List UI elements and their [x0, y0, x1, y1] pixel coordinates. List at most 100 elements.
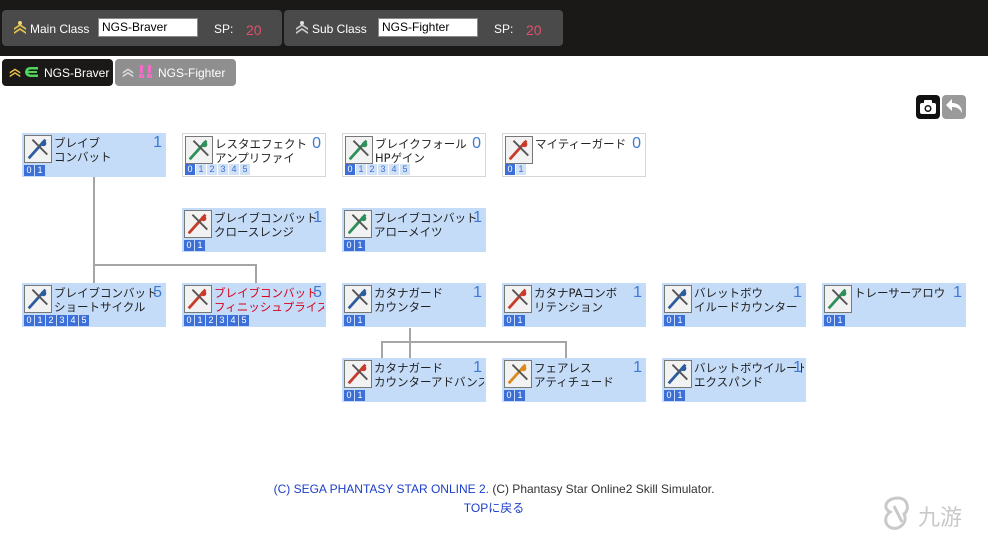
tree-connector	[255, 264, 257, 285]
level-button[interactable]: 2	[207, 164, 217, 175]
level-button[interactable]: 1	[355, 240, 365, 251]
level-button[interactable]: 1	[196, 164, 206, 175]
level-button[interactable]: 0	[345, 164, 355, 175]
resta-effect-icon	[185, 136, 213, 164]
main-class-select[interactable]: NGS-Braver	[98, 18, 198, 37]
skill-level: 1	[473, 209, 482, 226]
level-button[interactable]: 1	[675, 315, 685, 326]
skill-level: 1	[473, 284, 482, 301]
level-button[interactable]: 2	[46, 315, 56, 326]
main-class-rank-icon	[14, 21, 26, 34]
skill-name: マイティーガード	[535, 137, 627, 151]
level-button[interactable]: 0	[504, 315, 514, 326]
sub-class-select[interactable]: NGS-Fighter	[378, 18, 478, 37]
mighty-guard-icon	[505, 136, 533, 164]
level-selector: 01	[504, 315, 525, 326]
top-link[interactable]: TOPに戻る	[0, 499, 988, 516]
undo-button[interactable]	[942, 95, 966, 119]
skill-node[interactable]: バレットボウ イルードカウンター 1 0 1	[662, 283, 806, 327]
level-button[interactable]: 1	[356, 164, 366, 175]
skill-name: カタナガード カウンター	[374, 286, 443, 314]
level-button[interactable]: 3	[57, 315, 67, 326]
level-button[interactable]: 0	[24, 315, 34, 326]
level-button[interactable]: 1	[35, 315, 45, 326]
skill-node[interactable]: ブレイブコンバット フィニッシュプライズ 5 0 1 2 3 4 5	[182, 283, 326, 327]
level-button[interactable]: 4	[229, 164, 239, 175]
level-button[interactable]: 0	[344, 240, 354, 251]
level-button[interactable]: 0	[184, 315, 194, 326]
skill-node[interactable]: ブレイブコンバット クロースレンジ 1 0 1	[182, 208, 326, 252]
level-selector: 01	[344, 240, 365, 251]
tab-ngs-fighter[interactable]: NGS-Fighter	[115, 59, 236, 86]
skill-node[interactable]: カタナガード カウンターアドバンス 1 0 1	[342, 358, 486, 402]
level-button[interactable]: 0	[664, 390, 674, 401]
main-class-label: Main Class	[30, 22, 90, 36]
level-button[interactable]: 4	[228, 315, 238, 326]
level-button[interactable]: 0	[664, 315, 674, 326]
level-button[interactable]: 5	[79, 315, 89, 326]
level-button[interactable]: 1	[195, 315, 205, 326]
level-button[interactable]: 5	[240, 164, 250, 175]
level-button[interactable]: 1	[515, 390, 525, 401]
tab-ngs-braver[interactable]: NGS-Braver	[2, 59, 113, 86]
fighter-class-icon	[139, 65, 152, 78]
skill-name: バレットボウイルード エクスパンド	[694, 361, 804, 389]
skill-name: ブレイブコンバット クロースレンジ	[214, 211, 318, 239]
tree-connector	[93, 264, 257, 266]
fearless-attitude-icon	[504, 360, 532, 388]
level-button[interactable]: 2	[367, 164, 377, 175]
level-button[interactable]: 0	[344, 390, 354, 401]
skill-node[interactable]: ブレイブコンバット ショートサイクル 5 0 1 2 3 4 5	[22, 283, 166, 327]
skill-node[interactable]: カタナPAコンボ リテンション 1 0 1	[502, 283, 646, 327]
skill-level: 1	[473, 359, 482, 376]
close-range-icon	[184, 210, 212, 238]
level-button[interactable]: 1	[195, 240, 205, 251]
level-button[interactable]: 2	[206, 315, 216, 326]
level-button[interactable]: 1	[675, 390, 685, 401]
level-button[interactable]: 0	[504, 390, 514, 401]
tracer-arrow-icon	[824, 285, 852, 313]
footer-copyright: (C) SEGA PHANTASY STAR ONLINE 2. (C) Pha…	[0, 482, 988, 496]
skill-node[interactable]: トレーサーアロウ 1 0 1	[822, 283, 966, 327]
level-button[interactable]: 1	[835, 315, 845, 326]
level-button[interactable]: 1	[515, 315, 525, 326]
skill-level: 0	[632, 135, 641, 152]
skill-node[interactable]: ブレイブコンバット アローメイツ 1 0 1	[342, 208, 486, 252]
skill-level: 1	[633, 284, 642, 301]
level-button[interactable]: 1	[355, 315, 365, 326]
level-button[interactable]: 1	[35, 165, 45, 176]
skill-node[interactable]: カタナガード カウンター 1 0 1	[342, 283, 486, 327]
level-selector: 012345	[345, 164, 410, 175]
skill-level: 1	[633, 359, 642, 376]
level-button[interactable]: 0	[824, 315, 834, 326]
skill-name: ブレイブコンバット アローメイツ	[374, 211, 478, 239]
skill-node[interactable]: ブレイクフォール HPゲイン 0 0 1 2 3 4 5	[342, 133, 486, 177]
skill-node[interactable]: フェアレス アティチュード 1 0 1	[502, 358, 646, 402]
level-button[interactable]: 5	[239, 315, 249, 326]
skill-level: 1	[953, 284, 962, 301]
level-button[interactable]: 0	[185, 164, 195, 175]
level-button[interactable]: 1	[355, 390, 365, 401]
level-button[interactable]: 0	[344, 315, 354, 326]
class-bar: Main Class NGS-Braver SP: 20 Sub Class N…	[0, 0, 988, 56]
level-button[interactable]: 4	[389, 164, 399, 175]
level-button[interactable]: 4	[68, 315, 78, 326]
level-selector: 012345	[184, 315, 249, 326]
skill-node[interactable]: ブレイブ コンバット 1 0 1	[22, 133, 166, 177]
tree-connector	[381, 341, 566, 343]
level-selector: 01	[184, 240, 205, 251]
skill-node[interactable]: マイティーガード 0 0 1	[502, 133, 646, 177]
level-button[interactable]: 0	[184, 240, 194, 251]
level-button[interactable]: 0	[505, 164, 515, 175]
level-button[interactable]: 3	[217, 315, 227, 326]
skill-node[interactable]: レスタエフェクト アンプリファイ 0 0 1 2 3 4 5	[182, 133, 326, 177]
level-button[interactable]: 3	[218, 164, 228, 175]
level-button[interactable]: 1	[516, 164, 526, 175]
skill-node[interactable]: バレットボウイルード エクスパンド 1 0 1	[662, 358, 806, 402]
breakfall-icon	[345, 136, 373, 164]
level-button[interactable]: 0	[24, 165, 34, 176]
level-button[interactable]: 5	[400, 164, 410, 175]
screenshot-button[interactable]	[916, 95, 940, 119]
level-button[interactable]: 3	[378, 164, 388, 175]
skill-simulator: Main Class NGS-Braver SP: 20 Sub Class N…	[0, 0, 988, 548]
